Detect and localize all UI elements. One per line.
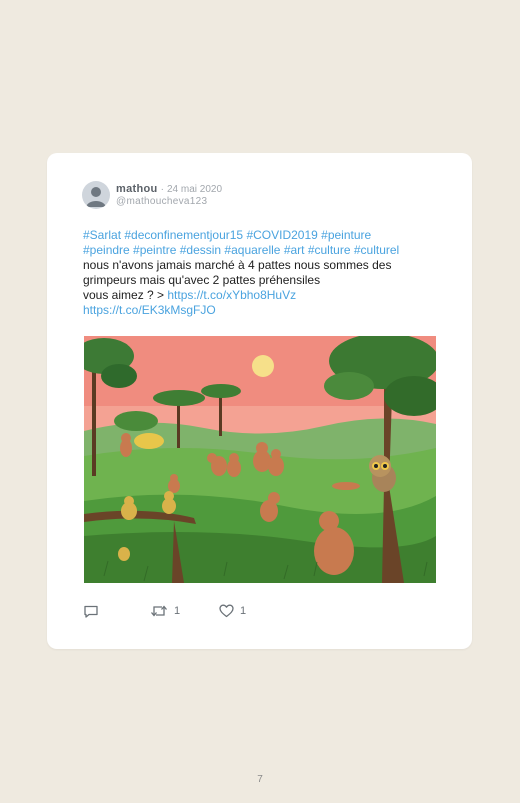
retweet-button[interactable]: 1 <box>150 604 180 618</box>
tweet-media-painting[interactable] <box>84 336 436 583</box>
author-handle[interactable]: @mathoucheva123 <box>116 196 207 207</box>
page-number: 7 <box>257 774 263 785</box>
like-button[interactable]: 1 <box>219 604 246 618</box>
separator: · <box>160 184 164 195</box>
hashtags-line-2[interactable]: #peindre #peintre #dessin #aquarelle #ar… <box>83 243 443 258</box>
text-line-3-prefix: vous aimez ? > <box>83 288 168 302</box>
avatar[interactable] <box>82 181 110 209</box>
tweet-text: #Sarlat #deconfinementjour15 #COVID2019 … <box>83 228 443 318</box>
tweet-link-2[interactable]: https://t.co/EK3kMsgFJO <box>83 303 443 318</box>
tweet-actions: 1 1 <box>83 604 383 624</box>
retweet-icon <box>151 605 167 617</box>
hashtags-line-1[interactable]: #Sarlat #deconfinementjour15 #COVID2019 … <box>83 228 443 243</box>
tweet-card: mathou · 24 mai 2020 @mathoucheva123 #Sa… <box>47 153 472 649</box>
tweet-date[interactable]: 24 mai 2020 <box>167 184 222 195</box>
tweet-link-1[interactable]: https://t.co/xYbho8HuVz <box>167 288 296 302</box>
like-count: 1 <box>240 605 247 617</box>
text-line-1: nous n'avons jamais marché à 4 pattes no… <box>83 258 392 272</box>
author-line: mathou · 24 mai 2020 <box>116 183 222 195</box>
author-name[interactable]: mathou <box>116 183 158 195</box>
reply-button[interactable] <box>83 604 99 619</box>
reply-icon <box>84 605 98 618</box>
text-line-3: vous aimez ? > https://t.co/xYbho8HuVz <box>83 288 443 303</box>
retweet-count: 1 <box>174 605 181 617</box>
text-line-2: grimpeurs mais qu'avec 2 pattes préhensi… <box>83 273 321 287</box>
heart-icon <box>219 604 234 618</box>
